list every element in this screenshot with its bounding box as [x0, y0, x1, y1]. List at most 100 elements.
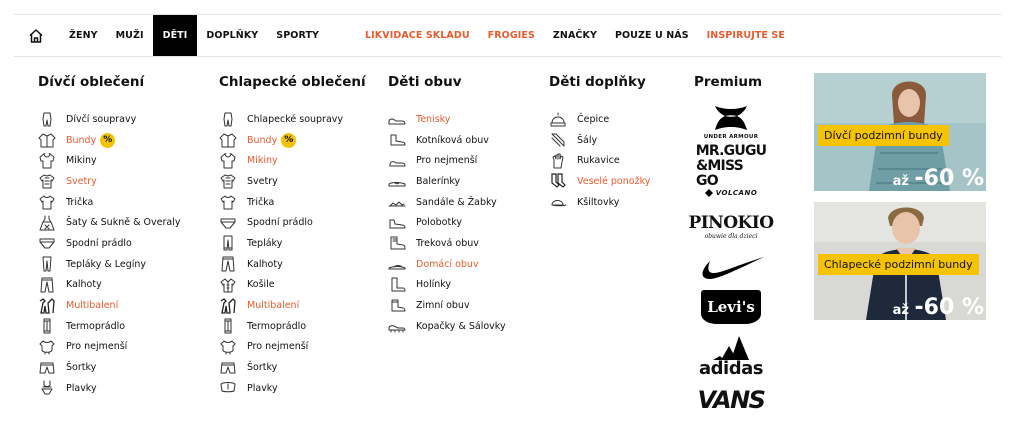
sweater-icon [219, 173, 237, 189]
menu-item[interactable]: Pro nejmenší [38, 337, 180, 358]
brand-text: &MISS GO [696, 157, 744, 189]
menu-item[interactable]: Kšiltovky [549, 192, 650, 213]
menu-item[interactable]: Plavky [219, 378, 366, 399]
nav-frogies[interactable]: FROGIES [479, 15, 544, 56]
menu-item-label: Bundy [66, 134, 97, 146]
menu-item[interactable]: Mikiny [219, 150, 366, 171]
menu-item[interactable]: Treková obuv [388, 233, 506, 254]
nav-znacky[interactable]: ZNAČKY [544, 15, 606, 56]
brand-vans[interactable]: VANS [696, 386, 766, 414]
menu-item[interactable]: Šortky [38, 357, 180, 378]
brand-text: Levi's [707, 298, 755, 316]
menu-item[interactable]: Termoprádlo [38, 316, 180, 337]
menu-item[interactable]: Svetry [38, 171, 180, 192]
premium-title: Premium [694, 74, 763, 90]
menu-item[interactable]: Termoprádlo [219, 316, 366, 337]
menu-item[interactable]: Svetry [219, 171, 366, 192]
menu-item-label: Mikiny [247, 155, 278, 167]
glove-icon [549, 153, 567, 169]
menu-item[interactable]: Mikiny [38, 150, 180, 171]
menu-item-label: Košile [247, 279, 275, 291]
menu-item[interactable]: Trička [219, 192, 366, 213]
menu-item[interactable]: Bundy% [219, 130, 366, 151]
jacket-icon [38, 132, 56, 148]
column-shoes: Děti obuv Tenisky Kotníková obuv Pro nejme… [388, 73, 506, 337]
promo-boys-jackets[interactable]: Chlapecké podzimní bundy až -60 % [814, 202, 986, 320]
slipper-icon [388, 256, 406, 272]
trousers-icon [219, 256, 237, 272]
scarf-icon [549, 132, 567, 148]
swimsuit-icon [38, 380, 56, 396]
brand-under-armour[interactable]: UNDER ARMOUR [696, 100, 766, 144]
menu-item-label: Šály [577, 134, 598, 146]
leggings-icon [38, 256, 56, 272]
menu-item[interactable]: Kalhoty [219, 254, 366, 275]
menu-item[interactable]: Balerínky [388, 171, 506, 192]
menu-item[interactable]: Bundy% [38, 130, 180, 151]
menu-item[interactable]: Tepláky & Legíny [38, 254, 180, 275]
baby-icon [38, 339, 56, 355]
hiking-boot-icon [388, 235, 406, 251]
menu-item-label: Dívčí soupravy [66, 113, 137, 125]
menu-item[interactable]: Domácí obuv [388, 254, 506, 275]
nav-inspirujte-se[interactable]: INSPIRUJTE SE [698, 15, 794, 56]
brand-text: UNDER ARMOUR [703, 134, 759, 140]
home-button[interactable] [18, 15, 54, 56]
menu-item[interactable]: Šály [549, 130, 650, 151]
menu-item[interactable]: Veselé ponožky [549, 171, 650, 192]
brand-volcano[interactable]: VOLCANO [696, 186, 766, 200]
menu-item[interactable]: Dívčí soupravy [38, 109, 180, 130]
menu-item-label: Plavky [66, 382, 97, 394]
brand-mr-gugu[interactable]: MR.GUGU &MISS GO [696, 143, 767, 188]
menu-item-label: Holínky [416, 279, 452, 291]
nav-muzi[interactable]: MUŽI [107, 15, 153, 56]
ballerina-icon [388, 173, 406, 189]
beanie-icon [549, 111, 567, 127]
hoodie-icon [219, 152, 237, 169]
brand-text: VANS [697, 386, 766, 414]
menu-item[interactable]: Pro nejmenší [219, 337, 366, 358]
menu-item[interactable]: Šaty & Sukně & Overaly [38, 212, 180, 233]
menu-item[interactable]: Trička [38, 192, 180, 213]
brand-levis[interactable]: Levi's [696, 288, 766, 326]
menu-item[interactable]: Pro nejmenší [388, 150, 506, 171]
menu-item-label: Multibalení [247, 300, 300, 312]
menu-item[interactable]: Spodní prádlo [219, 212, 366, 233]
menu-item[interactable]: Rukavice [549, 150, 650, 171]
menu-item[interactable]: Košile [219, 275, 366, 296]
menu-item[interactable]: Kalhoty [38, 275, 180, 296]
set-icon [219, 111, 237, 127]
brand-nike[interactable] [696, 253, 766, 283]
nav-doplnky[interactable]: DOPLŇKY [197, 15, 267, 56]
nav-zeny[interactable]: ŽENY [60, 15, 107, 56]
menu-item-label: Spodní prádlo [66, 237, 132, 249]
menu-item[interactable]: Kotníková obuv [388, 130, 506, 151]
menu-item[interactable]: Zimní obuv [388, 295, 506, 316]
menu-item[interactable]: Tepláky [219, 233, 366, 254]
nav-likvidace-skladu[interactable]: LIKVIDACE SKLADU [356, 15, 479, 56]
menu-item[interactable]: Sandále & Žabky [388, 192, 506, 213]
menu-item-label: Čepice [577, 113, 610, 125]
menu-item[interactable]: Kopačky & Sálovky [388, 316, 506, 337]
promo-girls-jackets[interactable]: Dívčí podzimní bundy až -60 % [814, 73, 986, 191]
menu-item-label: Domácí obuv [416, 258, 479, 270]
brand-pinokio[interactable]: PINOKIO obuwie dla dzieci [688, 207, 774, 245]
baby-shoe-icon [388, 153, 406, 169]
menu-item[interactable]: Chlapecké soupravy [219, 109, 366, 130]
menu-item[interactable]: Čepice [549, 109, 650, 130]
nav-pouze-u-nas[interactable]: POUZE U NÁS [606, 15, 698, 56]
brand-adidas[interactable]: adidas [696, 330, 766, 380]
nav-deti[interactable]: DĚTI [152, 15, 198, 56]
menu-item[interactable]: Holínky [388, 275, 506, 296]
menu-item[interactable]: Plavky [38, 378, 180, 399]
menu-item[interactable]: Spodní prádlo [38, 233, 180, 254]
menu-item[interactable]: Tenisky [388, 109, 506, 130]
menu-item[interactable]: Multibalení [219, 295, 366, 316]
menu-item-label: Bundy [247, 134, 278, 146]
ankle-boot-icon [388, 132, 406, 148]
column-list: Chlapecké soupravy Bundy% Mikiny Svetry Trič… [219, 109, 366, 399]
menu-item[interactable]: Multibalení [38, 295, 180, 316]
nav-sporty[interactable]: SPORTY [267, 15, 328, 56]
menu-item[interactable]: Šortky [219, 357, 366, 378]
menu-item[interactable]: Polobotky [388, 212, 506, 233]
